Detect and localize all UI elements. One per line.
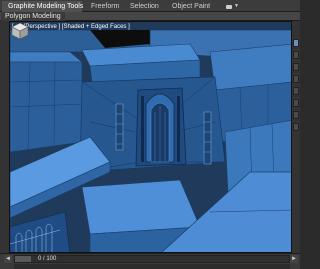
polygon-modeling-panel[interactable]: Polygon Modeling (1, 12, 65, 21)
camera-icon (226, 4, 232, 9)
time-slider-bar: ◄ 0 / 100 ► (0, 253, 300, 269)
ribbon-tab-bar: Graphite Modeling Tools Freeform Selecti… (0, 0, 300, 12)
track-bar[interactable] (14, 264, 290, 269)
tab-freeform[interactable]: Freeform (85, 1, 127, 12)
left-toolbar-strip (0, 21, 9, 253)
command-panel-button[interactable] (293, 39, 299, 47)
time-slider-thumb[interactable] (15, 256, 31, 262)
previous-frame-button[interactable]: ◄ (4, 255, 12, 263)
perspective-viewport[interactable]: [ + ] [Perspective ] [Shaded + Edged Fac… (9, 21, 292, 253)
command-panel-button[interactable] (293, 51, 299, 59)
right-toolbar-strip (292, 21, 300, 253)
command-panel-button[interactable] (293, 63, 299, 71)
tab-object-paint[interactable]: Object Paint (166, 1, 218, 12)
command-panel-button[interactable] (293, 87, 299, 95)
viewcube-icon[interactable] (10, 22, 30, 40)
command-panel-button[interactable] (293, 111, 299, 119)
chevron-down-icon: ▼ (234, 3, 239, 9)
command-panel-button[interactable] (293, 123, 299, 131)
time-slider[interactable]: 0 / 100 (14, 255, 290, 263)
command-panel-button[interactable] (293, 75, 299, 83)
tab-selection[interactable]: Selection (124, 1, 164, 12)
ribbon-panel-row: Polygon Modeling (0, 12, 300, 21)
next-frame-button[interactable]: ► (290, 255, 298, 263)
scene-geometry (10, 22, 291, 252)
ribbon-options-dropdown[interactable]: ▼ (220, 1, 246, 12)
command-panel-button[interactable] (293, 99, 299, 107)
tab-graphite-modeling-tools[interactable]: Graphite Modeling Tools (2, 1, 83, 12)
frame-readout: 0 / 100 (38, 256, 57, 262)
